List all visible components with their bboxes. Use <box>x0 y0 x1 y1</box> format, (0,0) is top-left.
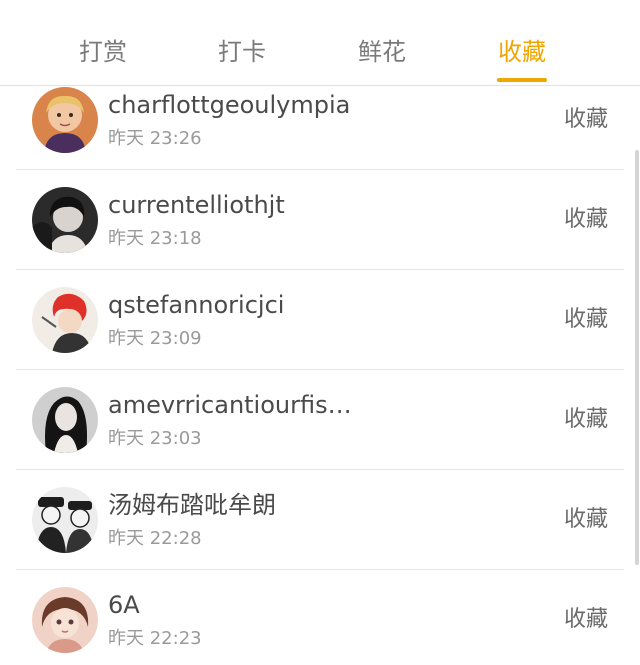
avatar[interactable] <box>32 287 98 353</box>
scrollbar[interactable] <box>635 150 639 565</box>
avatar-photo-icon <box>32 487 98 553</box>
avatar-photo-icon <box>32 387 98 453</box>
list-item[interactable]: currentelliothjt 昨天 23:18 收藏 <box>16 170 624 270</box>
list-item[interactable]: 汤姆布踏吡牟朗 昨天 22:28 收藏 <box>16 470 624 570</box>
list-item[interactable]: qstefannoricjci 昨天 23:09 收藏 <box>16 270 624 370</box>
avatar-photo-icon <box>32 587 98 653</box>
action-label: 收藏 <box>563 607 608 632</box>
timestamp: 昨天 23:09 <box>108 328 202 349</box>
timestamp: 昨天 23:03 <box>108 428 202 449</box>
tab-tip[interactable]: 打赏 <box>48 32 158 72</box>
user-name[interactable]: amevrricantiourfis… <box>108 388 488 422</box>
user-name[interactable]: charflottgeoulympia <box>108 88 488 122</box>
timestamp: 昨天 23:18 <box>108 228 202 249</box>
user-name[interactable]: 汤姆布踏吡牟朗 <box>108 488 488 522</box>
action-label: 收藏 <box>563 407 608 432</box>
tab-checkin[interactable]: 打卡 <box>187 32 297 72</box>
avatar-photo-icon <box>32 287 98 353</box>
favorites-list: charflottgeoulympia 昨天 23:26 收藏 currente… <box>16 70 624 665</box>
favorites-screen: 打赏 打卡 鲜花 收藏 charflottgeoulympia 昨天 23:26 <box>0 0 640 665</box>
avatar-photo-icon <box>32 87 98 153</box>
action-label: 收藏 <box>563 207 608 232</box>
action-label: 收藏 <box>563 307 608 332</box>
timestamp: 昨天 22:28 <box>108 528 202 549</box>
avatar[interactable] <box>32 587 98 653</box>
action-label: 收藏 <box>563 107 608 132</box>
list-item[interactable]: charflottgeoulympia 昨天 23:26 收藏 <box>16 70 624 170</box>
avatar[interactable] <box>32 387 98 453</box>
avatar[interactable] <box>32 187 98 253</box>
avatar[interactable] <box>32 87 98 153</box>
user-name[interactable]: 6A <box>108 588 488 622</box>
tab-flowers[interactable]: 鲜花 <box>327 32 437 72</box>
list-item[interactable]: 6A 昨天 22:23 收藏 <box>16 570 624 665</box>
list-item[interactable]: amevrricantiourfis… 昨天 23:03 收藏 <box>16 370 624 470</box>
action-label: 收藏 <box>563 507 608 532</box>
user-name[interactable]: currentelliothjt <box>108 188 488 222</box>
avatar-photo-icon <box>32 187 98 253</box>
user-name[interactable]: qstefannoricjci <box>108 288 488 322</box>
tab-favorites[interactable]: 收藏 <box>467 32 577 72</box>
timestamp: 昨天 23:26 <box>108 128 202 149</box>
timestamp: 昨天 22:23 <box>108 628 202 649</box>
avatar[interactable] <box>32 487 98 553</box>
